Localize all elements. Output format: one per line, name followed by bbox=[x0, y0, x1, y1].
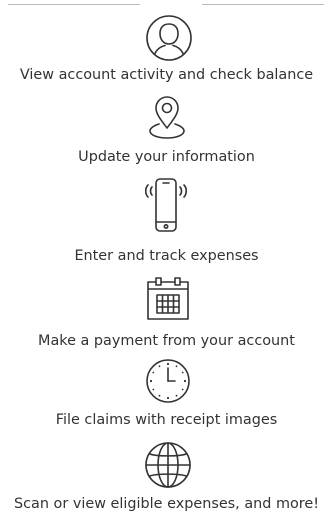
feature-label-account-activity: View account activity and check balance bbox=[19, 67, 314, 83]
clock-icon bbox=[146, 359, 190, 403]
feature-label-scan-expenses: Scan or view eligible expenses, and more… bbox=[13, 496, 320, 512]
calendar-icon bbox=[147, 277, 189, 320]
feature-label-file-claims: File claims with receipt images bbox=[55, 412, 278, 428]
user-profile-icon bbox=[146, 15, 192, 61]
top-divider-left bbox=[8, 4, 140, 5]
location-pin-icon bbox=[149, 96, 185, 139]
top-divider-right bbox=[202, 4, 324, 5]
feature-label-track-expenses: Enter and track expenses bbox=[74, 248, 259, 264]
feature-label-make-payment: Make a payment from your account bbox=[38, 333, 295, 349]
mobile-phone-icon bbox=[144, 178, 188, 232]
globe-icon bbox=[145, 442, 191, 488]
feature-label-update-information: Update your information bbox=[78, 149, 255, 165]
